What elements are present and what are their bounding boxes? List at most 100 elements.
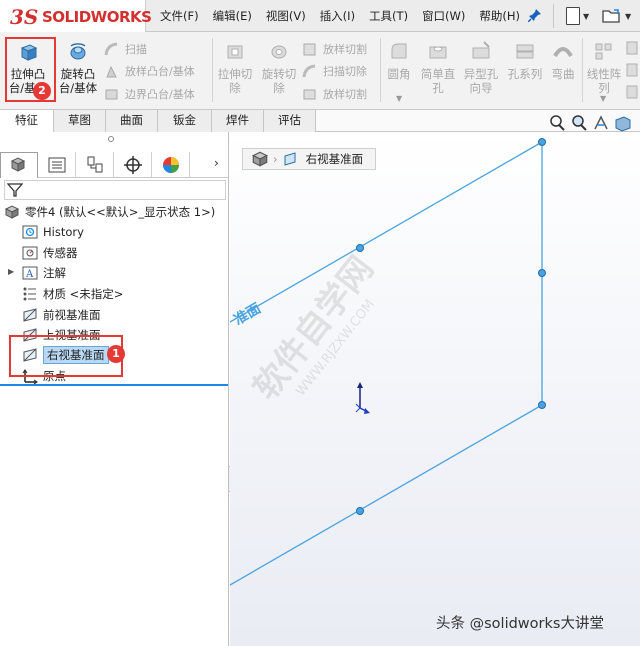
hole-series-label: 孔系列 xyxy=(507,67,543,81)
tree-item-material[interactable]: 材质 <未指定> xyxy=(22,284,123,304)
more-tools-icon xyxy=(626,41,638,99)
loft-cut-button[interactable]: 放样切割 xyxy=(302,38,367,60)
tree-item-label: 注解 xyxy=(43,266,66,280)
revolve-boss-label: 旋转凸 台/基体 xyxy=(58,67,98,95)
hole-wizard-label: 异型孔 向导 xyxy=(463,67,499,95)
extrude-cut-icon xyxy=(227,45,243,59)
zoom-to-fit-icon[interactable] xyxy=(548,114,566,132)
flex-button[interactable]: 弯曲 xyxy=(546,34,580,108)
tree-item-front-plane[interactable]: 前视基准面 xyxy=(22,305,101,325)
tab-features[interactable]: 特征 xyxy=(0,110,54,132)
revolve-boss-button[interactable]: 旋转凸 台/基体 xyxy=(54,34,102,108)
boundary-boss-button[interactable]: 边界凸台/基体 xyxy=(104,83,195,105)
tab-sheet-metal[interactable]: 钣金 xyxy=(158,110,212,132)
tab-dimxpert-manager[interactable] xyxy=(114,152,152,178)
zoom-area-icon[interactable] xyxy=(570,114,588,132)
sweep-cut-button[interactable]: 扫描切除 xyxy=(302,60,367,82)
menu-file[interactable]: 文件(F) xyxy=(160,8,199,24)
chevron-down-icon[interactable]: ▼ xyxy=(600,94,606,103)
section-view-icon[interactable] xyxy=(614,114,632,132)
ribbon-separator xyxy=(582,38,583,102)
menu-insert[interactable]: 插入(I) xyxy=(320,8,355,24)
menu-help[interactable]: 帮助(H) xyxy=(479,8,520,24)
graphics-viewport[interactable]: › 右视基准面 准面 软件自学网 WWW.RJZXW.COM 头条 @solid… xyxy=(230,132,640,646)
new-document-icon xyxy=(566,7,580,25)
toolbar-separator xyxy=(553,4,554,28)
simple-hole-label: 简单直 孔 xyxy=(420,67,456,95)
solidworks-logo[interactable]: 3S SOLIDWORKS xyxy=(0,0,152,32)
tab-configuration-manager[interactable] xyxy=(76,152,114,178)
simple-hole-icon xyxy=(429,46,447,59)
step-badge-1: 1 xyxy=(107,345,125,363)
chevron-right-icon[interactable]: › xyxy=(214,156,219,170)
loft-boss-button[interactable]: 放样凸台/基体 xyxy=(104,60,195,82)
menu-edit[interactable]: 编辑(E) xyxy=(213,8,252,24)
tab-weldments[interactable]: 焊件 xyxy=(212,110,264,132)
ribbon-separator xyxy=(380,38,381,102)
tab-surfaces[interactable]: 曲面 xyxy=(106,110,158,132)
crosshair-icon xyxy=(124,156,142,174)
more-tools-button[interactable] xyxy=(626,40,638,104)
hole-series-icon xyxy=(516,44,534,59)
new-document-button[interactable]: ▼ xyxy=(566,5,589,27)
sweep-icon xyxy=(104,42,118,55)
heads-up-view-toolbar xyxy=(548,114,632,132)
extrude-cut-button[interactable]: 拉伸切 除 xyxy=(214,34,256,108)
step-badge-2: 2 xyxy=(33,82,51,100)
tree-item-label: History xyxy=(43,225,84,239)
panel-accent-line xyxy=(0,384,228,386)
annotation-icon: A xyxy=(22,266,38,280)
simple-hole-button[interactable]: 简单直 孔 xyxy=(418,34,458,108)
boundary-boss-icon xyxy=(105,89,118,99)
logo-text: SOLIDWORKS xyxy=(42,8,152,26)
revolve-boss-icon xyxy=(70,43,86,60)
property-manager-icon xyxy=(48,157,66,173)
tree-item-history[interactable]: History xyxy=(22,222,84,242)
tree-root-part[interactable]: 零件4 (默认<<默认>_显示状态 1>) xyxy=(4,202,215,222)
boundary-cut-button[interactable]: 放样切割 xyxy=(302,83,367,105)
open-document-button[interactable]: ▼ xyxy=(602,5,631,27)
tree-item-annotations[interactable]: A 注解 xyxy=(22,263,66,283)
highlight-box-right-plane xyxy=(9,335,123,377)
history-icon xyxy=(22,225,38,239)
material-icon xyxy=(23,287,36,301)
boundary-boss-label: 边界凸台/基体 xyxy=(125,88,195,101)
previous-view-icon[interactable] xyxy=(592,114,610,132)
tab-property-manager[interactable] xyxy=(38,152,76,178)
chevron-down-icon[interactable]: ▼ xyxy=(396,94,402,103)
revolve-cut-button[interactable]: 旋转切 除 xyxy=(258,34,300,108)
tab-display-manager[interactable] xyxy=(152,152,190,178)
hole-wizard-button[interactable]: 异型孔 向导 xyxy=(460,34,502,108)
title-bar: 3S SOLIDWORKS 文件(F) 编辑(E) 视图(V) 插入(I) 工具… xyxy=(0,0,640,32)
pin-icon[interactable] xyxy=(527,8,542,23)
linear-pattern-label: 线性阵 列 xyxy=(586,67,622,95)
sweep-label: 扫描 xyxy=(125,43,147,56)
tree-item-label: 材质 <未指定> xyxy=(43,287,124,301)
expand-arrow-icon[interactable]: ▶ xyxy=(8,267,14,276)
plane-icon xyxy=(23,308,37,322)
tab-sketch[interactable]: 草图 xyxy=(54,110,106,132)
panel-handle[interactable] xyxy=(108,136,114,142)
sweep-cut-label: 扫描切除 xyxy=(323,65,367,78)
tree-filter[interactable] xyxy=(4,180,226,200)
boundary-cut-icon xyxy=(303,89,316,99)
tab-feature-manager[interactable] xyxy=(0,152,38,178)
menu-tools[interactable]: 工具(T) xyxy=(369,8,408,24)
configuration-manager-icon xyxy=(87,156,103,173)
tab-evaluate[interactable]: 评估 xyxy=(264,110,316,132)
folder-open-icon xyxy=(602,9,620,23)
source-credit: 头条 @solidworks大讲堂 xyxy=(436,616,604,632)
tree-item-label: 传感器 xyxy=(43,246,78,260)
sweep-cut-icon xyxy=(302,64,316,77)
flex-label: 弯曲 xyxy=(551,67,575,81)
hole-series-button[interactable]: 孔系列 xyxy=(504,34,546,108)
command-manager-ribbon: 拉伸凸 台/基体 旋转凸 台/基体 扫描 放样凸台/基体 边界凸台/基体 拉伸切… xyxy=(0,32,640,110)
tree-item-sensors[interactable]: 传感器 xyxy=(22,243,78,263)
tree-item-label: 前视基准面 xyxy=(43,308,101,322)
menu-window[interactable]: 窗口(W) xyxy=(422,8,465,24)
menu-view[interactable]: 视图(V) xyxy=(266,8,306,24)
linear-pattern-icon xyxy=(595,43,612,60)
sweep-button[interactable]: 扫描 xyxy=(104,38,147,60)
svg-text:A: A xyxy=(25,269,34,280)
part-icon xyxy=(4,205,20,219)
